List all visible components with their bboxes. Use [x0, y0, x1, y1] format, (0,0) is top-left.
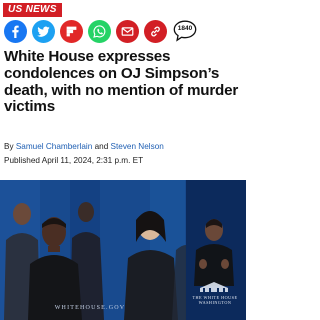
author-link[interactable]: Samuel Chamberlain: [16, 142, 92, 151]
author-link[interactable]: Steven Nelson: [111, 142, 164, 151]
comment-count: 1840: [177, 25, 193, 32]
email-icon: [121, 26, 134, 36]
share-bar: 1840: [4, 17, 244, 45]
article-headline: White House expresses condolences on OJ …: [4, 48, 239, 116]
byline-prefix: By: [4, 142, 14, 151]
article-video-frame[interactable]: WHITEHOUSE.GOV THE WHITE HOUSE WASHINGTO…: [0, 180, 246, 320]
twitter-icon: [37, 26, 50, 37]
email-share-button[interactable]: [116, 19, 139, 43]
copy-link-button[interactable]: [144, 19, 167, 43]
link-icon: [151, 26, 160, 36]
byline: By Samuel Chamberlain and Steven Nelson: [4, 142, 242, 152]
section-tag[interactable]: US NEWS: [3, 3, 62, 17]
white-house-seal-caption: THE WHITE HOUSE WASHINGTON: [192, 295, 238, 305]
comments-button[interactable]: 1840: [173, 20, 197, 42]
published-date: Published April 11, 2024, 2:31 p.m. ET: [4, 156, 144, 165]
flipboard-icon: [66, 26, 77, 36]
whatsapp-share-button[interactable]: [88, 19, 111, 43]
flipboard-share-button[interactable]: [60, 19, 83, 43]
whatsapp-icon: [93, 24, 106, 38]
twitter-share-button[interactable]: [32, 19, 55, 43]
video-watermark: WHITEHOUSE.GOV: [54, 305, 126, 311]
facebook-icon: [12, 25, 19, 38]
byline-and: and: [94, 142, 109, 151]
facebook-share-button[interactable]: [4, 19, 27, 43]
